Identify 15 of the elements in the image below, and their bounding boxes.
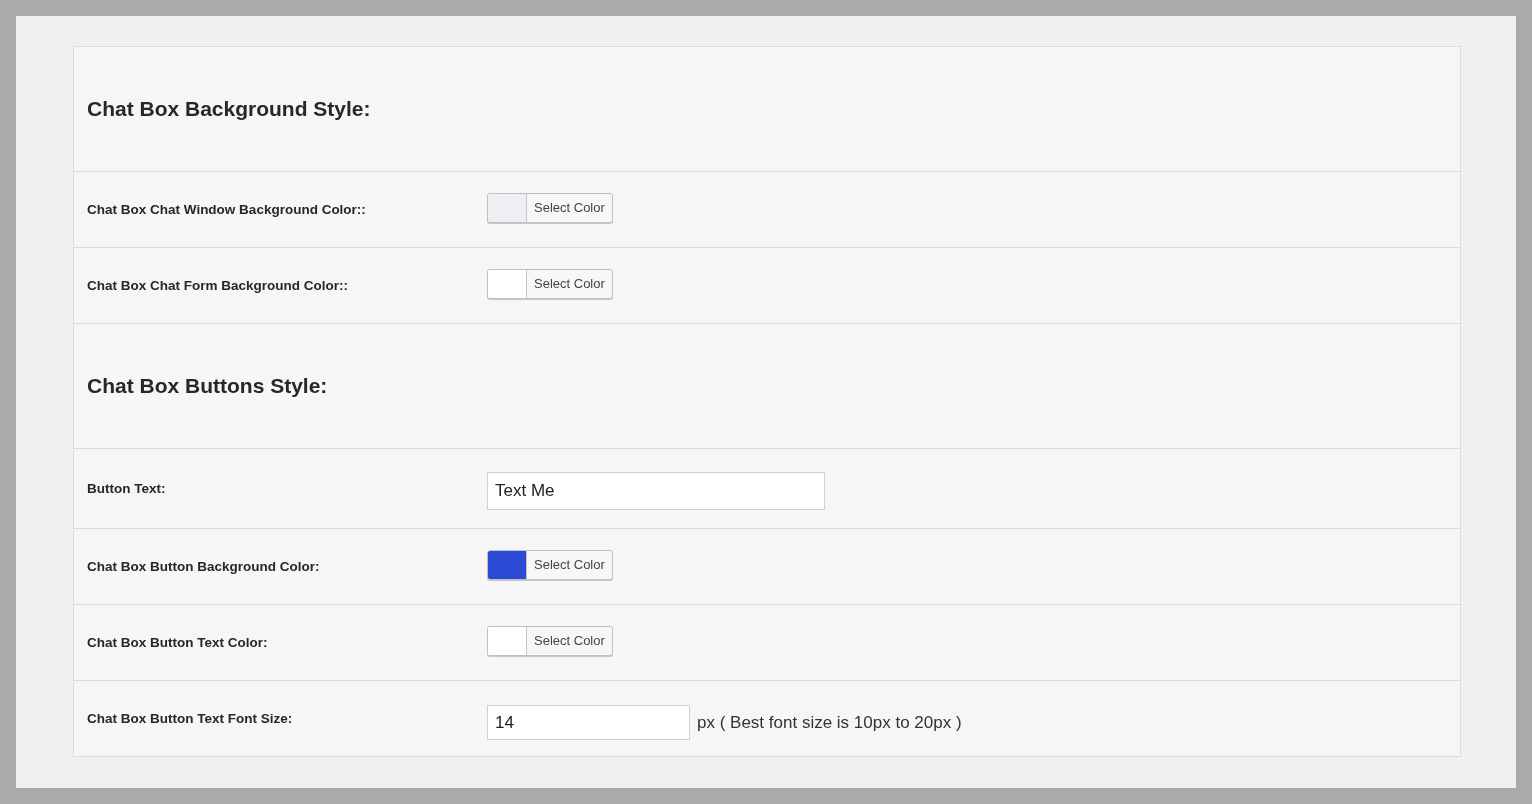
section-heading: Chat Box Buttons Style: — [87, 374, 328, 398]
field-label: Chat Box Chat Form Background Color:: — [86, 278, 349, 293]
field-label: Chat Box Button Text Color: — [86, 635, 269, 650]
color-picker-button[interactable]: Select Color — [487, 268, 613, 299]
color-picker-button[interactable]: Select Color — [487, 192, 613, 223]
text-input-field[interactable]: Text Me — [487, 471, 825, 510]
field-label: Chat Box Button Text Font Size: — [86, 711, 294, 726]
field-label: Chat Box Button Background Color: — [86, 559, 321, 574]
number-input-field[interactable]: 14 — [487, 705, 690, 740]
field-label: Chat Box Chat Window Background Color:: — [86, 202, 367, 217]
field-label: Button Text: — [86, 481, 167, 496]
section-heading: Chat Box Background Style: — [87, 97, 371, 121]
color-picker-button[interactable]: Select Color — [487, 625, 613, 656]
color-picker-button[interactable]: Select Color — [487, 549, 613, 580]
hint-text: px ( Best font size is 10px to 20px ) — [697, 712, 962, 733]
